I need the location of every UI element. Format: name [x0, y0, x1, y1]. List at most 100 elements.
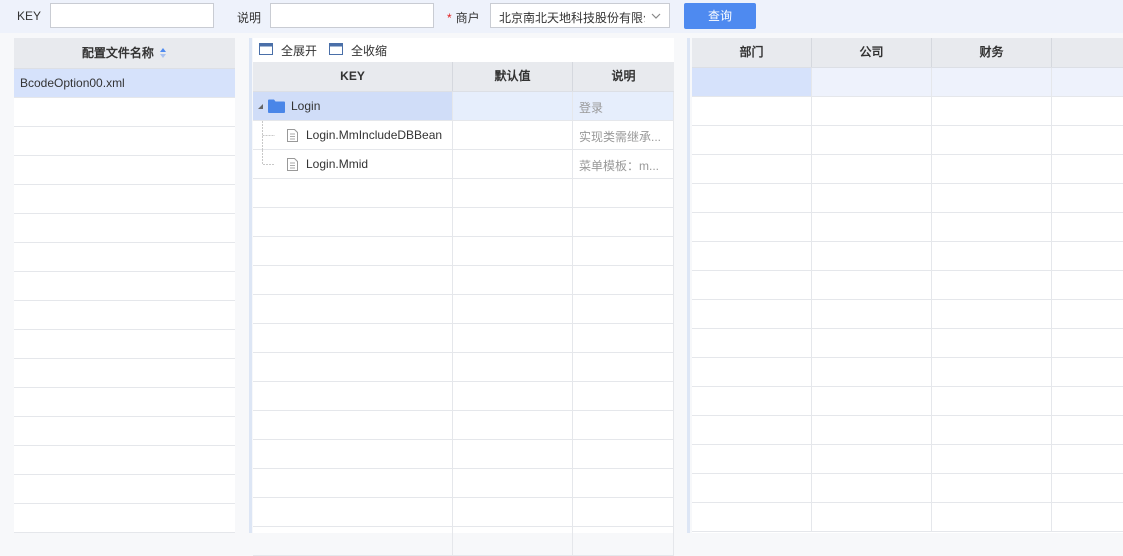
empty-row [14, 272, 235, 301]
tree-connector [262, 150, 275, 165]
grid-cell [932, 329, 1052, 357]
grid-cell [692, 184, 812, 212]
config-file-header-label: 配置文件名称 [81, 46, 154, 60]
column-header-default[interactable]: 默认值 [453, 62, 573, 91]
desc-input[interactable] [270, 3, 434, 28]
grid-cell [812, 242, 932, 270]
grid-row [692, 416, 1123, 445]
empty-cell [253, 179, 453, 207]
empty-cell [573, 498, 674, 526]
empty-cell [573, 411, 674, 439]
sort-icon[interactable] [159, 47, 167, 59]
grid-cell [812, 503, 932, 531]
column-header-dept[interactable]: 部门 [692, 38, 812, 67]
permission-grid-header: 部门 公司 财务 [692, 38, 1123, 68]
empty-cell [573, 382, 674, 410]
panel-splitter[interactable] [687, 38, 690, 533]
empty-cell [253, 266, 453, 294]
column-header-company[interactable]: 公司 [812, 38, 932, 67]
empty-cell [453, 179, 573, 207]
grid-cell [1052, 271, 1123, 299]
empty-cell [253, 469, 453, 497]
empty-row [253, 498, 674, 527]
grid-cell [692, 271, 812, 299]
grid-cell [692, 387, 812, 415]
empty-row [14, 156, 235, 185]
grid-cell [812, 416, 932, 444]
tree-expanded-icon[interactable] [257, 103, 264, 110]
grid-cell [812, 126, 932, 154]
column-header-finance[interactable]: 财务 [932, 38, 1052, 67]
empty-row [14, 98, 235, 127]
empty-cell [573, 353, 674, 381]
tree-connector [262, 121, 275, 150]
collapse-all-icon [329, 43, 343, 55]
empty-row [14, 243, 235, 272]
grid-row [692, 358, 1123, 387]
empty-row [253, 295, 674, 324]
grid-row [692, 503, 1123, 532]
empty-cell [453, 411, 573, 439]
column-header-key[interactable]: KEY [253, 62, 453, 91]
grid-cell [932, 358, 1052, 386]
tree-tools: 全展开 全收缩 [253, 38, 674, 62]
empty-cell [573, 295, 674, 323]
expand-all-icon [259, 43, 273, 55]
grid-row [692, 155, 1123, 184]
grid-cell [812, 155, 932, 183]
empty-cell [453, 382, 573, 410]
empty-row [253, 237, 674, 266]
grid-cell [692, 97, 812, 125]
tree-row-desc: 登录 [579, 101, 604, 115]
grid-cell [812, 97, 932, 125]
grid-cell [1052, 300, 1123, 328]
chevron-down-icon [651, 13, 661, 19]
grid-row[interactable] [692, 68, 1123, 97]
empty-row [253, 382, 674, 411]
grid-cell [932, 387, 1052, 415]
merchant-label-text: 商户 [455, 11, 480, 25]
grid-cell [932, 68, 1052, 96]
grid-cell [1052, 184, 1123, 212]
key-input[interactable] [50, 3, 214, 28]
panel-splitter[interactable] [249, 38, 252, 533]
grid-row [692, 329, 1123, 358]
grid-cell [1052, 213, 1123, 241]
empty-cell [573, 527, 674, 555]
grid-cell [692, 155, 812, 183]
empty-cell [253, 498, 453, 526]
empty-cell [453, 498, 573, 526]
tree-row[interactable]: Login.Mmid 菜单模板：m... [253, 150, 674, 179]
merchant-label: * 商户 [447, 9, 480, 26]
grid-row [692, 242, 1123, 271]
empty-cell [453, 469, 573, 497]
tree-row-key: Login.Mmid [306, 157, 369, 171]
merchant-select-value: 北京南北天地科技股份有限公 [499, 11, 645, 25]
empty-cell [453, 208, 573, 236]
tree-grid-header: KEY 默认值 说明 [253, 62, 674, 92]
empty-row [14, 475, 235, 504]
empty-cell [253, 440, 453, 468]
empty-row [14, 417, 235, 446]
empty-row [253, 353, 674, 382]
empty-cell [253, 324, 453, 352]
config-file-header[interactable]: 配置文件名称 [14, 38, 235, 69]
tree-row[interactable]: Login.MmIncludeDBBean 实现类需继承... [253, 121, 674, 150]
file-list-item[interactable]: BcodeOption00.xml [14, 69, 235, 98]
empty-row [14, 330, 235, 359]
column-header-extra[interactable] [1052, 38, 1123, 67]
file-name: BcodeOption00.xml [20, 76, 125, 90]
grid-cell [1052, 155, 1123, 183]
column-header-desc[interactable]: 说明 [573, 62, 674, 91]
empty-cell [453, 353, 573, 381]
empty-cell [253, 382, 453, 410]
query-button[interactable]: 查询 [684, 3, 756, 29]
tree-row[interactable]: Login 登录 [253, 92, 674, 121]
permission-grid: 部门 公司 财务 [692, 38, 1123, 533]
empty-cell [573, 469, 674, 497]
merchant-select[interactable]: 北京南北天地科技股份有限公 [490, 3, 670, 28]
grid-row [692, 300, 1123, 329]
grid-cell [1052, 445, 1123, 473]
grid-cell [932, 126, 1052, 154]
grid-cell [692, 213, 812, 241]
